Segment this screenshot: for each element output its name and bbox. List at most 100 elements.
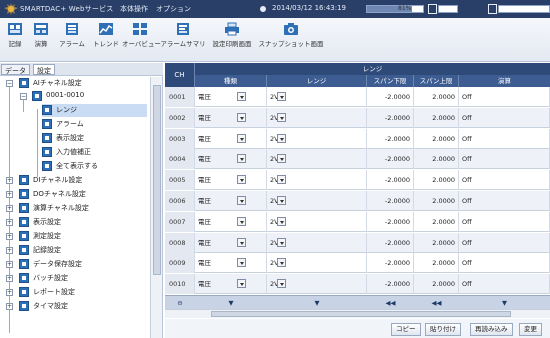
filter-type-icon[interactable]: ▼ (195, 296, 267, 310)
tree-item-report[interactable]: レポート設定 (19, 286, 147, 299)
span-low-cell[interactable]: -2.0000 (367, 107, 414, 128)
dropdown-arrow-icon[interactable] (237, 92, 246, 101)
tree-item-do-channel[interactable]: DOチャネル設定 (19, 188, 147, 201)
dropdown-arrow-icon[interactable] (277, 175, 286, 185)
calc-cell[interactable]: Off (459, 170, 550, 191)
calc-cell[interactable]: Off (459, 274, 550, 295)
dropdown-arrow-icon[interactable] (237, 237, 246, 247)
dropdown-arrow-icon[interactable] (277, 92, 286, 101)
span-high-cell[interactable]: 2.0000 (414, 149, 459, 170)
collapse-toggle[interactable]: − (20, 93, 27, 100)
dropdown-arrow-icon[interactable] (237, 154, 246, 164)
math-button[interactable]: 演算 (30, 22, 52, 58)
table-row[interactable]: 0007 電圧 2V -2.0000 2.0000 Off (165, 211, 550, 232)
dropdown-arrow-icon[interactable] (237, 112, 246, 122)
expand-toggle[interactable]: + (6, 191, 13, 198)
type-cell[interactable]: 電圧 (195, 87, 267, 107)
expand-toggle[interactable]: + (6, 289, 13, 296)
snapshot-button[interactable]: スナップショット画面 (258, 22, 324, 58)
type-cell[interactable]: 電圧 (195, 253, 267, 274)
range-cell[interactable]: 2V (267, 170, 367, 191)
tree-item-data-save[interactable]: データ保存設定 (19, 258, 147, 271)
scrollbar-thumb[interactable] (153, 85, 161, 275)
copy-button[interactable]: コピー (391, 323, 421, 336)
print-settings-button[interactable]: 設定印刷画面 (208, 22, 256, 58)
table-row[interactable]: 0002 電圧 2V -2.0000 2.0000 Off (165, 107, 550, 128)
dropdown-arrow-icon[interactable] (277, 279, 286, 289)
table-row[interactable]: 0003 電圧 2V -2.0000 2.0000 Off (165, 128, 550, 149)
span-high-cell[interactable]: 2.0000 (414, 253, 459, 274)
expand-toggle[interactable]: + (6, 303, 13, 310)
filter-clear-icon[interactable]: ⊖ (165, 296, 195, 310)
alarm-button[interactable]: アラーム (56, 22, 88, 58)
dropdown-arrow-icon[interactable] (277, 216, 286, 226)
filter-span-high-icon[interactable]: ◀◀ (414, 296, 459, 310)
span-high-cell[interactable]: 2.0000 (414, 191, 459, 211)
tree-item-display[interactable]: 表示設定 (42, 132, 147, 145)
expand-toggle[interactable]: + (6, 261, 13, 268)
calc-cell[interactable]: Off (459, 232, 550, 253)
tree-item-timer[interactable]: タイマ設定 (19, 300, 147, 313)
tab-data[interactable]: データ (1, 64, 30, 75)
calc-cell[interactable]: Off (459, 107, 550, 128)
range-cell[interactable]: 2V (267, 87, 367, 107)
menu-operation[interactable]: 本体操作 (120, 4, 148, 14)
tree-item-0001-0010[interactable]: 0001-0010 (32, 90, 147, 103)
filter-span-low-icon[interactable]: ◀◀ (367, 296, 414, 310)
record-button[interactable]: 記録 (4, 22, 26, 58)
table-row[interactable]: 0009 電圧 2V -2.0000 2.0000 Off (165, 253, 550, 274)
range-cell[interactable]: 2V (267, 211, 367, 232)
tree-item-measurement[interactable]: 測定設定 (19, 230, 147, 243)
tab-settings[interactable]: 設定 (33, 64, 55, 75)
dropdown-arrow-icon[interactable] (277, 258, 286, 268)
calc-cell[interactable]: Off (459, 253, 550, 274)
span-low-cell[interactable]: -2.0000 (367, 128, 414, 149)
dropdown-arrow-icon[interactable] (277, 133, 286, 143)
span-low-cell[interactable]: -2.0000 (367, 211, 414, 232)
scrollbar-thumb[interactable] (211, 311, 511, 317)
column-header-range[interactable]: レンジ (267, 75, 367, 87)
reload-button[interactable]: 再読み込み (470, 323, 513, 336)
expand-toggle[interactable]: + (6, 205, 13, 212)
tree-item-show-all[interactable]: 全て表示する (42, 160, 147, 173)
span-low-cell[interactable]: -2.0000 (367, 149, 414, 170)
alarm-summary-button[interactable]: アラームサマリ (160, 22, 206, 58)
tree-item-batch[interactable]: バッチ設定 (19, 272, 147, 285)
table-row[interactable]: 0010 電圧 2V -2.0000 2.0000 Off (165, 274, 550, 295)
calc-cell[interactable]: Off (459, 149, 550, 170)
filter-range-icon[interactable]: ▼ (267, 296, 367, 310)
grid-horizontal-scrollbar[interactable] (165, 309, 550, 318)
tree-item-math-channel[interactable]: 演算チャネル設定 (19, 202, 147, 215)
range-cell[interactable]: 2V (267, 149, 367, 170)
span-low-cell[interactable]: -2.0000 (367, 232, 414, 253)
expand-toggle[interactable]: + (6, 247, 13, 254)
expand-toggle[interactable]: + (6, 275, 13, 282)
range-cell[interactable]: 2V (267, 107, 367, 128)
tree-item-recording[interactable]: 記録設定 (19, 244, 147, 257)
table-row[interactable]: 0008 電圧 2V -2.0000 2.0000 Off (165, 232, 550, 253)
tree-item-range[interactable]: レンジ (42, 104, 147, 117)
type-cell[interactable]: 電圧 (195, 211, 267, 232)
type-cell[interactable]: 電圧 (195, 191, 267, 211)
tree-item-alarm[interactable]: アラーム (42, 118, 147, 131)
dropdown-arrow-icon[interactable] (277, 112, 286, 122)
dropdown-arrow-icon[interactable] (237, 216, 246, 226)
expand-toggle[interactable]: + (6, 177, 13, 184)
sidepanel-scrollbar[interactable] (150, 77, 162, 338)
dropdown-arrow-icon[interactable] (237, 196, 246, 205)
dropdown-arrow-icon[interactable] (277, 196, 286, 205)
dropdown-arrow-icon[interactable] (237, 258, 246, 268)
span-high-cell[interactable]: 2.0000 (414, 232, 459, 253)
span-low-cell[interactable]: -2.0000 (367, 253, 414, 274)
filter-calc-icon[interactable]: ▼ (459, 296, 550, 310)
column-header-calc[interactable]: 演算 (459, 75, 550, 87)
span-low-cell[interactable]: -2.0000 (367, 170, 414, 191)
dropdown-arrow-icon[interactable] (237, 175, 246, 185)
table-row[interactable]: 0006 電圧 2V -2.0000 2.0000 Off (165, 191, 550, 211)
range-cell[interactable]: 2V (267, 253, 367, 274)
dropdown-arrow-icon[interactable] (277, 154, 286, 164)
span-low-cell[interactable]: -2.0000 (367, 274, 414, 295)
span-low-cell[interactable]: -2.0000 (367, 87, 414, 107)
span-high-cell[interactable]: 2.0000 (414, 128, 459, 149)
range-cell[interactable]: 2V (267, 191, 367, 211)
